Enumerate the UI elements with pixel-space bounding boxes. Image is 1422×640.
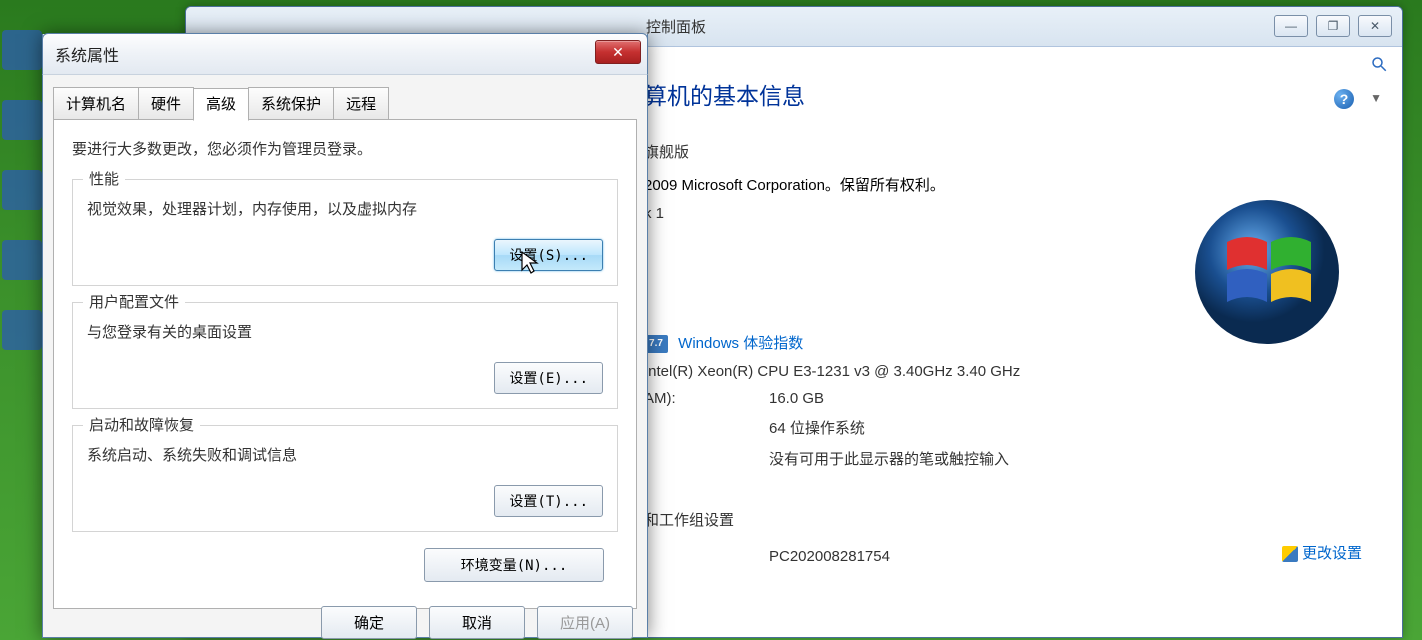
group-user-profiles: 用户配置文件 与您登录有关的桌面设置 设置(E)... — [72, 302, 618, 409]
shield-icon — [1282, 546, 1298, 562]
computer-name-value: PC202008281754 — [769, 548, 890, 565]
group-desc-user-profiles: 与您登录有关的桌面设置 — [87, 321, 603, 342]
desktop-background — [0, 0, 45, 640]
copyright-text: 2009 Microsoft Corporation。保留所有权利。 — [644, 174, 1402, 195]
settings-startup-recovery-button[interactable]: 设置(T)... — [494, 485, 603, 517]
desktop-icon[interactable] — [2, 100, 42, 140]
system-properties-dialog: 系统属性 ✕ 计算机名 硬件 高级 系统保护 远程 要进行大多数更改，您必须作为… — [42, 34, 648, 638]
breadcrumb[interactable]: 控制面板 — [646, 16, 706, 37]
tab-remote[interactable]: 远程 — [333, 87, 389, 120]
dialog-titlebar[interactable]: 系统属性 ✕ — [42, 33, 648, 75]
spec-system-type: 64 位操作系统 — [769, 417, 865, 438]
settings-user-profiles-button[interactable]: 设置(E)... — [494, 362, 603, 394]
tab-computer-name[interactable]: 计算机名 — [53, 87, 139, 120]
spec-cpu-value: Intel(R) Xeon(R) CPU E3-1231 v3 @ 3.40GH… — [644, 363, 1020, 380]
minimize-button[interactable]: — — [1274, 15, 1308, 37]
admin-note: 要进行大多数更改，您必须作为管理员登录。 — [72, 138, 618, 159]
group-startup-recovery: 启动和故障恢复 系统启动、系统失败和调试信息 设置(T)... — [72, 425, 618, 532]
windows-logo — [1192, 197, 1342, 347]
tab-advanced[interactable]: 高级 — [193, 88, 249, 121]
windows-edition: 旗舰版 — [644, 141, 1402, 162]
change-settings-link[interactable]: 更改设置 — [1282, 542, 1362, 563]
spec-pen-touch: 没有可用于此显示器的笔或触控输入 — [769, 448, 1009, 469]
dialog-button-row: 确定 取消 应用(A) — [321, 606, 633, 639]
desktop-icon[interactable] — [2, 240, 42, 280]
spec-ram-label: AM): — [644, 390, 769, 407]
apply-button[interactable]: 应用(A) — [537, 606, 633, 639]
workgroup-heading: 和工作组设置 — [644, 509, 1402, 530]
environment-variables-button[interactable]: 环境变量(N)... — [424, 548, 604, 582]
group-performance: 性能 视觉效果，处理器计划，内存使用，以及虚拟内存 设置(S)... — [72, 179, 618, 286]
desktop-icon[interactable] — [2, 30, 42, 70]
group-desc-performance: 视觉效果，处理器计划，内存使用，以及虚拟内存 — [87, 198, 603, 219]
ok-button[interactable]: 确定 — [321, 606, 417, 639]
group-legend-startup-recovery: 启动和故障恢复 — [83, 414, 200, 435]
cancel-button[interactable]: 取消 — [429, 606, 525, 639]
page-title: 算机的基本信息 — [644, 77, 1402, 111]
close-button[interactable]: ✕ — [595, 40, 641, 64]
group-legend-user-profiles: 用户配置文件 — [83, 291, 185, 312]
wei-link[interactable]: Windows 体验指数 — [678, 335, 803, 352]
group-desc-startup-recovery: 系统启动、系统失败和调试信息 — [87, 444, 603, 465]
tab-panel-advanced: 要进行大多数更改，您必须作为管理员登录。 性能 视觉效果，处理器计划，内存使用，… — [53, 119, 637, 609]
maximize-button[interactable]: ❐ — [1316, 15, 1350, 37]
settings-performance-button[interactable]: 设置(S)... — [494, 239, 603, 271]
desktop-icon[interactable] — [2, 170, 42, 210]
tab-strip: 计算机名 硬件 高级 系统保护 远程 — [43, 75, 647, 120]
tab-hardware[interactable]: 硬件 — [138, 87, 194, 120]
tab-system-protection[interactable]: 系统保护 — [248, 87, 334, 120]
group-legend-performance: 性能 — [83, 168, 125, 189]
close-button[interactable]: ✕ — [1358, 15, 1392, 37]
spec-ram-value: 16.0 GB — [769, 390, 824, 407]
desktop-icon[interactable] — [2, 310, 42, 350]
dialog-title: 系统属性 — [55, 42, 119, 66]
